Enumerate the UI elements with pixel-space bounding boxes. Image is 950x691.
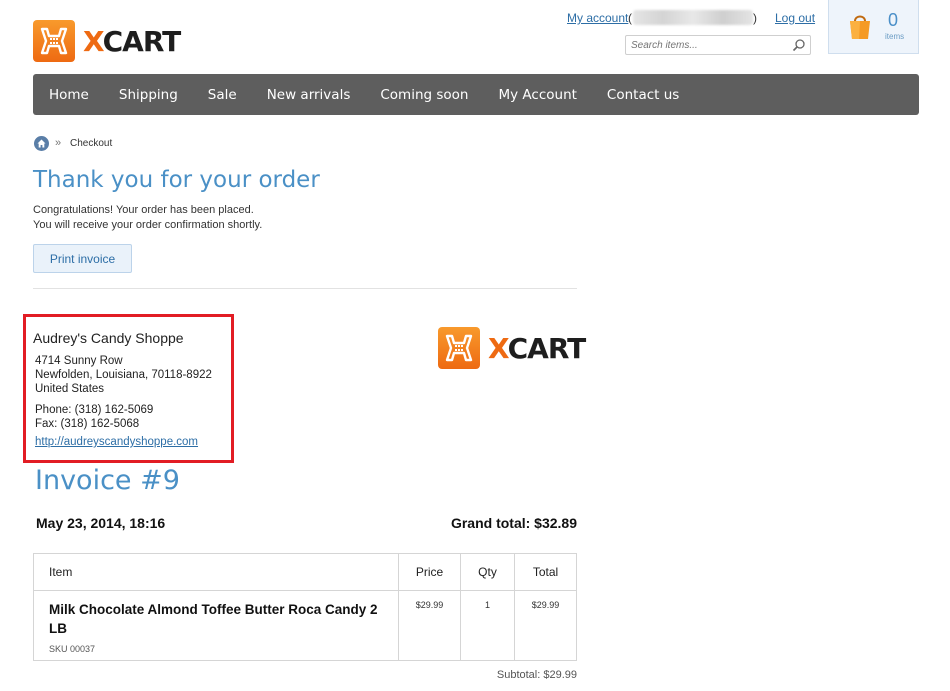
breadcrumb-separator: » (55, 137, 62, 149)
table-row: Milk Chocolate Almond Toffee Butter Roca… (33, 590, 577, 661)
company-website-link[interactable]: http://audreyscandyshoppe.com (35, 436, 198, 448)
print-invoice-button[interactable]: Print invoice (33, 244, 132, 273)
page-title: Thank you for your order (33, 167, 320, 193)
item-price: $29.99 (398, 590, 461, 661)
company-name: Audrey's Candy Shoppe (33, 330, 184, 346)
invoice-logo: XCART (438, 326, 586, 370)
company-street: 4714 Sunny Row (35, 355, 123, 367)
item-name: Milk Chocolate Almond Toffee Butter Roca… (49, 602, 378, 636)
nav-item-my-account[interactable]: My Account (498, 87, 576, 103)
item-cell: Milk Chocolate Almond Toffee Butter Roca… (33, 590, 399, 661)
grand-total: Grand total: $32.89 (450, 515, 577, 531)
nav-item-coming-soon[interactable]: Coming soon (380, 87, 468, 103)
account-paren-open: ( (628, 11, 632, 25)
company-country: United States (35, 383, 105, 395)
column-header-item: Item (33, 553, 399, 591)
nav-item-new-arrivals[interactable]: New arrivals (267, 87, 351, 103)
nav-item-shipping[interactable]: Shipping (119, 87, 178, 103)
search-box[interactable] (625, 35, 811, 55)
logo-text: XCART (83, 24, 181, 58)
order-date: May 23, 2014, 18:16 (36, 515, 166, 531)
company-fax: Fax: (318) 162-5068 (35, 418, 140, 430)
invoice-title: Invoice #9 (35, 465, 180, 496)
confirmation-message: Congratulations! Your order has been pla… (33, 204, 254, 216)
nav-item-contact-us[interactable]: Contact us (607, 87, 679, 103)
confirmation-note: You will receive your order confirmation… (33, 219, 263, 231)
item-total: $29.99 (514, 590, 577, 661)
item-sku: SKU 00037 (49, 644, 96, 654)
cart-label: items (885, 32, 905, 41)
site-logo[interactable]: XCART (33, 18, 181, 64)
logo-mark-icon (438, 327, 480, 369)
shopping-bag-icon (847, 12, 873, 43)
subtotal: Subtotal: $29.99 (496, 669, 577, 681)
redacted-email (633, 10, 753, 25)
nav-item-sale[interactable]: Sale (208, 87, 237, 103)
item-qty: 1 (460, 590, 515, 661)
breadcrumb-current: Checkout (70, 138, 113, 149)
main-nav: Home Shipping Sale New arrivals Coming s… (33, 74, 919, 115)
mini-cart[interactable]: 0 items (828, 0, 919, 54)
section-divider (33, 288, 577, 289)
cart-count: 0 (888, 10, 899, 30)
account-paren-close: ) (753, 11, 757, 25)
magnifier-icon[interactable] (792, 38, 806, 55)
search-input[interactable] (626, 36, 786, 54)
column-header-qty: Qty (460, 553, 515, 591)
nav-item-home[interactable]: Home (49, 87, 89, 103)
column-header-price: Price (398, 553, 461, 591)
logout-link[interactable]: Log out (775, 11, 815, 25)
home-icon[interactable] (34, 136, 49, 151)
invoice-items-table: Item Price Qty Total Milk Chocolate Almo… (33, 553, 577, 661)
company-phone: Phone: (318) 162-5069 (35, 404, 154, 416)
table-header-row: Item Price Qty Total (33, 553, 577, 591)
my-account-link[interactable]: My account (567, 11, 628, 25)
column-header-total: Total (514, 553, 577, 591)
logo-text: XCART (488, 331, 586, 365)
logo-mark-icon (33, 20, 75, 62)
company-city: Newfolden, Louisiana, 70118-8922 (35, 369, 212, 381)
